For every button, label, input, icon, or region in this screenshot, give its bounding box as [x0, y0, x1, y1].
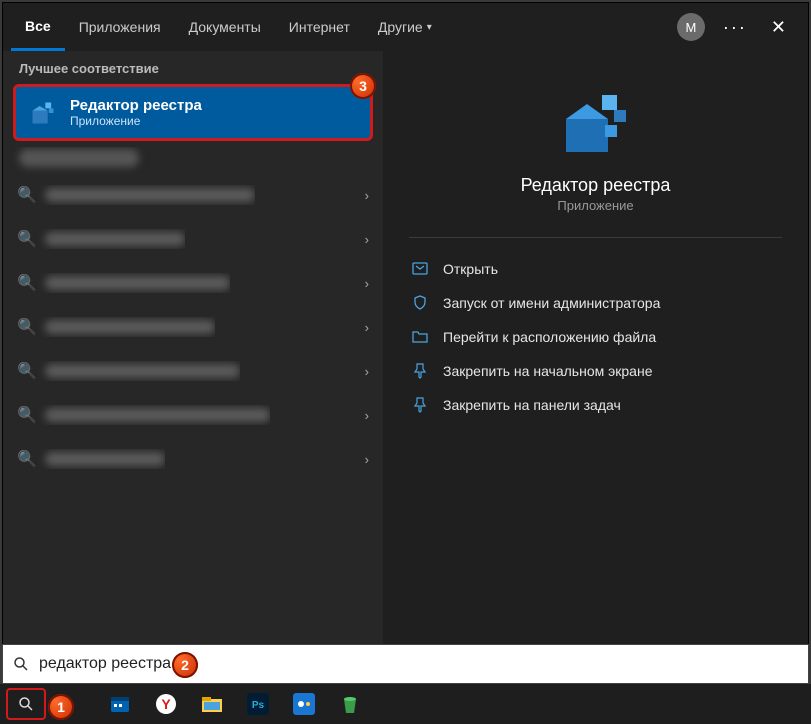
blurred-subheader [19, 149, 139, 167]
action-open[interactable]: Открыть [409, 252, 782, 286]
details-panel: Редактор реестра Приложение Открыть Запу… [383, 51, 808, 647]
search-icon [13, 656, 29, 672]
best-match-subtitle: Приложение [70, 114, 202, 128]
tab-web[interactable]: Интернет [275, 3, 364, 51]
result-item[interactable]: 🔍 › [3, 305, 383, 349]
tab-other-label: Другие [378, 19, 423, 35]
tab-apps[interactable]: Приложения [65, 3, 175, 51]
chevron-right-icon: › [365, 232, 369, 247]
blurred-text [45, 276, 230, 290]
action-pin-taskbar[interactable]: Закрепить на панели задач [409, 388, 782, 422]
blurred-text [45, 452, 165, 466]
tab-all[interactable]: Все [11, 3, 65, 51]
divider [409, 237, 782, 238]
chevron-right-icon: › [365, 320, 369, 335]
blurred-text [45, 232, 185, 246]
taskbar: Y Ps [0, 684, 811, 724]
open-icon [411, 261, 429, 277]
results-panel: Лучшее соответствие Редактор реестра При… [3, 51, 383, 647]
taskbar-calendar-icon[interactable] [100, 688, 140, 720]
pin-icon [411, 397, 429, 413]
tab-other[interactable]: Другие ▾ [364, 3, 446, 51]
user-avatar[interactable]: M [677, 13, 705, 41]
action-run-admin[interactable]: Запуск от имени администратора [409, 286, 782, 320]
annotation-badge-3: 3 [350, 73, 376, 99]
search-icon: 🔍 [17, 361, 33, 381]
result-item[interactable]: 🔍 › [3, 173, 383, 217]
blurred-text [45, 364, 240, 378]
annotation-badge-2: 2 [172, 652, 198, 678]
other-results: 🔍 › 🔍 › 🔍 › 🔍 › 🔍 › [3, 147, 383, 647]
taskbar-app-icon[interactable] [284, 688, 324, 720]
result-item[interactable]: 🔍 › [3, 349, 383, 393]
chevron-right-icon: › [365, 452, 369, 467]
details-title: Редактор реестра [409, 175, 782, 196]
taskbar-search-button[interactable] [6, 688, 46, 720]
chevron-down-icon: ▾ [427, 22, 432, 33]
search-icon: 🔍 [17, 449, 33, 469]
blurred-text [45, 408, 270, 422]
action-pin-start[interactable]: Закрепить на начальном экране [409, 354, 782, 388]
taskbar-recycle-icon[interactable] [330, 688, 370, 720]
details-subtitle: Приложение [409, 198, 782, 213]
result-item[interactable]: 🔍 › [3, 217, 383, 261]
result-item[interactable]: 🔍 › [3, 437, 383, 481]
search-window: Все Приложения Документы Интернет Другие… [2, 2, 809, 648]
regedit-icon [28, 98, 58, 128]
pin-icon [411, 363, 429, 379]
search-input[interactable] [39, 655, 798, 673]
action-pin-task-label: Закрепить на панели задач [443, 397, 621, 413]
search-icon: 🔍 [17, 405, 33, 425]
more-icon[interactable]: ··· [713, 17, 757, 38]
blurred-text [45, 188, 255, 202]
regedit-large-icon [560, 89, 632, 161]
result-item[interactable]: 🔍 › [3, 261, 383, 305]
search-icon: 🔍 [17, 273, 33, 293]
svg-text:Y: Y [161, 696, 171, 712]
chevron-right-icon: › [365, 276, 369, 291]
svg-text:Ps: Ps [252, 700, 265, 711]
action-open-location[interactable]: Перейти к расположению файла [409, 320, 782, 354]
tab-docs[interactable]: Документы [175, 3, 275, 51]
blurred-text [45, 320, 215, 334]
filter-tabs: Все Приложения Документы Интернет Другие… [3, 3, 808, 51]
taskbar-explorer-icon[interactable] [192, 688, 232, 720]
annotation-badge-1: 1 [48, 694, 74, 720]
action-admin-label: Запуск от имени администратора [443, 295, 660, 311]
action-pin-start-label: Закрепить на начальном экране [443, 363, 653, 379]
chevron-right-icon: › [365, 188, 369, 203]
search-icon: 🔍 [17, 317, 33, 337]
folder-icon [411, 329, 429, 345]
chevron-right-icon: › [365, 364, 369, 379]
action-location-label: Перейти к расположению файла [443, 329, 656, 345]
result-item[interactable]: 🔍 › [3, 393, 383, 437]
section-best-match: Лучшее соответствие [3, 51, 383, 84]
search-icon: 🔍 [17, 185, 33, 205]
close-icon[interactable]: ✕ [757, 17, 800, 38]
shield-icon [411, 295, 429, 311]
best-match-title: Редактор реестра [70, 97, 202, 114]
taskbar-photoshop-icon[interactable]: Ps [238, 688, 278, 720]
search-icon: 🔍 [17, 229, 33, 249]
search-bar[interactable] [2, 644, 809, 684]
chevron-right-icon: › [365, 408, 369, 423]
action-open-label: Открыть [443, 261, 498, 277]
best-match-result[interactable]: Редактор реестра Приложение 3 [13, 84, 373, 141]
taskbar-yandex-icon[interactable]: Y [146, 688, 186, 720]
